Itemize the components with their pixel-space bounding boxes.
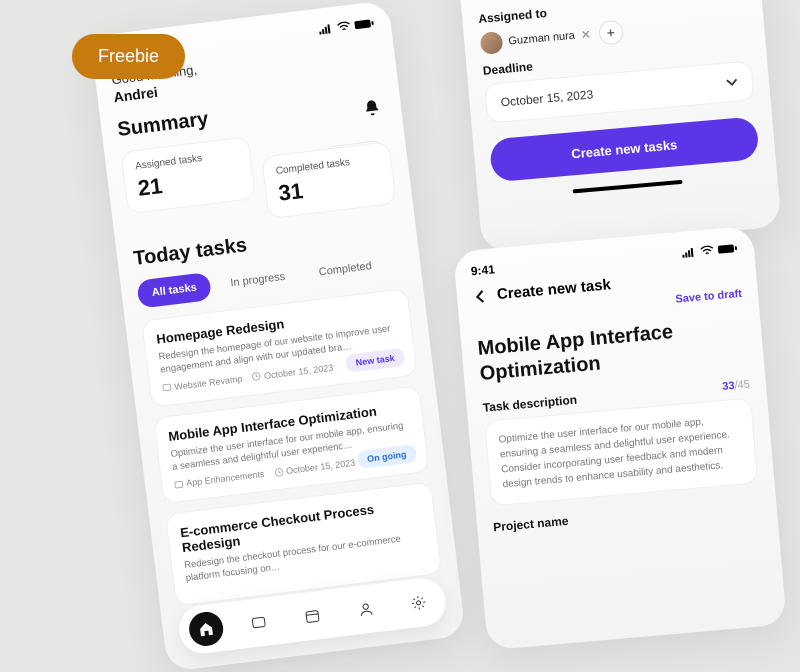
- chevron-down-icon[interactable]: [733, 0, 746, 3]
- nav-home[interactable]: [187, 610, 225, 648]
- status-icons: [318, 18, 375, 35]
- back-icon[interactable]: [473, 289, 488, 304]
- assigned-to-label: Assigned to: [478, 6, 548, 26]
- tab-all-tasks[interactable]: All tasks: [136, 272, 212, 309]
- phone-create-bottom: Enhancements Add new Assigned to Guzman …: [458, 0, 781, 253]
- nav-profile[interactable]: [347, 590, 385, 628]
- chevron-down-icon: [725, 76, 738, 89]
- tab-completed[interactable]: Completed: [303, 250, 387, 288]
- task-description-label: Task description: [482, 393, 577, 415]
- bell-icon[interactable]: [362, 98, 382, 118]
- battery-icon: [718, 243, 739, 255]
- phone-create-task: 9:41 Create new task Save to draft Mobil…: [453, 226, 787, 651]
- phone-dashboard: 9:41 Good morning, Andrei Summary Today …: [90, 0, 466, 672]
- task-project: App Enhancements: [186, 469, 265, 488]
- char-counter: 33/45: [722, 379, 750, 393]
- status-icons: [682, 243, 739, 258]
- nav-settings[interactable]: [400, 584, 438, 622]
- page-title: Create new task: [496, 276, 611, 303]
- tab-in-progress[interactable]: In progress: [215, 261, 301, 299]
- char-current: 33: [722, 380, 735, 393]
- nav-calendar[interactable]: [293, 597, 331, 635]
- signal-icon: [318, 23, 333, 35]
- gear-icon: [410, 594, 428, 612]
- battery-icon: [354, 18, 375, 30]
- completed-tasks-card[interactable]: Completed tasks 31: [261, 141, 397, 219]
- assigned-tasks-card[interactable]: Assigned tasks 21: [120, 136, 256, 214]
- assignee-name: Guzman nura: [508, 30, 575, 48]
- signal-icon: [682, 247, 697, 258]
- create-tasks-button[interactable]: Create new tasks: [489, 116, 760, 182]
- folder-icon: [162, 382, 172, 392]
- home-indicator: [573, 180, 683, 194]
- clock-icon: [274, 467, 284, 477]
- wifi-icon: [336, 21, 351, 33]
- nav-files[interactable]: [240, 603, 278, 641]
- char-max: /45: [734, 379, 750, 392]
- task-project: Website Revamp: [174, 373, 243, 391]
- wifi-icon: [700, 245, 715, 256]
- avatar: [480, 31, 504, 55]
- deadline-value: October 15, 2023: [500, 87, 594, 109]
- clock-icon: [252, 371, 262, 381]
- task-date: October 15, 2023: [285, 458, 355, 476]
- task-description-field[interactable]: Optimize the user interface for our mobi…: [484, 397, 758, 506]
- task-title-input[interactable]: Mobile App Interface Optimization: [477, 314, 748, 387]
- folder-icon: [174, 479, 184, 489]
- add-assignee-button[interactable]: +: [598, 20, 624, 46]
- user-icon: [357, 600, 375, 618]
- status-time: 9:41: [470, 262, 495, 278]
- folder-icon: [250, 614, 268, 632]
- task-date: October 15, 2023: [263, 362, 333, 380]
- remove-assignee-icon[interactable]: ✕: [580, 27, 591, 42]
- calendar-icon: [303, 607, 321, 625]
- home-icon: [197, 620, 215, 638]
- freebie-badge: Freebie: [72, 34, 185, 79]
